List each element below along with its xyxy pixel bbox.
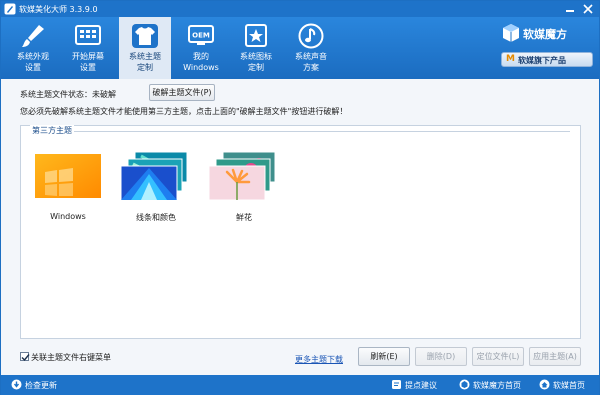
refresh-button[interactable]: 刷新(E) — [358, 347, 410, 366]
minimize-icon — [566, 10, 574, 12]
main-toolbar: 系统外观 设置 开始屏幕 设置 系统主题 定制 OEM 我的 Windows 系… — [1, 17, 599, 79]
theme-thumbnail — [121, 152, 188, 200]
tab-system-icons[interactable]: 系统图标 定制 — [230, 17, 282, 79]
crack-hint: 您必须先破解系统主题文件才能使用第三方主题，点击上面的"破解主题文件"按钮进行破… — [20, 107, 348, 116]
ruanmei-home-label: 软媒首页 — [553, 381, 585, 390]
brand-link-label: 软媒旗下产品 — [518, 56, 566, 65]
tshirt-icon — [132, 24, 158, 48]
apply-theme-button[interactable]: 应用主题(A) — [529, 347, 581, 366]
mofang-icon — [459, 379, 470, 390]
third-party-themes-group: 第三方主题 Windows 线条和颜色 鲜花 — [20, 125, 581, 339]
brand-name: 软媒魔方 — [523, 28, 567, 41]
minimize-button[interactable] — [563, 3, 577, 15]
svg-text:OEM: OEM — [192, 32, 210, 40]
feedback-label: 提点建议 — [405, 381, 437, 390]
brand: 软媒魔方 — [501, 23, 595, 43]
crack-theme-button[interactable]: 破解主题文件(P) — [149, 84, 215, 101]
tab-my-windows[interactable]: OEM 我的 Windows — [175, 17, 227, 79]
tab-label: 开始屏幕 设置 — [72, 52, 104, 72]
tab-label: 系统图标 定制 — [240, 52, 272, 72]
associate-context-menu-checkbox[interactable]: 关联主题文件右键菜单 — [20, 352, 111, 363]
tab-label: 我的 Windows — [183, 52, 219, 72]
theme-item-lines-colors[interactable]: 线条和颜色 — [121, 152, 191, 228]
close-icon — [583, 4, 593, 14]
tab-label: 系统外观 设置 — [17, 52, 49, 72]
checkbox-label: 关联主题文件右键菜单 — [31, 353, 111, 362]
delete-button[interactable]: 删除(D) — [415, 347, 467, 366]
music-note-icon — [298, 23, 324, 49]
checkmark-icon — [21, 354, 30, 362]
status-footer: 检查更新 提点建议 软媒魔方首页 软媒首页 — [1, 375, 599, 395]
feedback-link[interactable]: 提点建议 — [391, 379, 437, 391]
tab-system-sounds[interactable]: 系统声音 方案 — [285, 17, 337, 79]
theme-name: Windows — [50, 212, 86, 221]
window-title: 软媒美化大师 3.3.9.0 — [19, 5, 98, 14]
oem-icon: OEM — [188, 25, 214, 45]
ruanmei-products-button[interactable]: M 软媒旗下产品 — [501, 52, 593, 67]
theme-file-status: 系统主题文件状态：未破解 — [20, 90, 116, 99]
checkbox[interactable] — [20, 352, 30, 362]
ruanmei-home-link[interactable]: 软媒首页 — [539, 379, 585, 391]
tab-system-appearance[interactable]: 系统外观 设置 — [7, 17, 59, 79]
group-divider — [71, 131, 570, 132]
mofang-home-link[interactable]: 软媒魔方首页 — [459, 379, 521, 391]
home-icon — [539, 379, 550, 390]
theme-thumbnail — [209, 152, 276, 200]
update-icon — [11, 379, 22, 390]
feedback-icon — [392, 380, 401, 389]
theme-name: 线条和颜色 — [136, 213, 176, 222]
app-window: 软媒美化大师 3.3.9.0 系统外观 设置 开始屏幕 设置 系统主题 定制 O… — [0, 0, 600, 395]
start-screen-icon — [75, 25, 101, 45]
window-controls — [563, 3, 595, 15]
check-update-label: 检查更新 — [25, 381, 57, 390]
cube-logo-icon — [503, 24, 519, 42]
theme-name: 鲜花 — [236, 213, 252, 222]
mofang-home-label: 软媒魔方首页 — [473, 381, 521, 390]
group-title: 第三方主题 — [30, 125, 74, 136]
check-update-link[interactable]: 检查更新 — [11, 379, 57, 391]
more-themes-link[interactable]: 更多主题下载 — [295, 354, 343, 365]
m-logo-icon: M — [506, 54, 515, 64]
locate-file-button[interactable]: 定位文件(L) — [472, 347, 524, 366]
app-logo-icon — [4, 3, 16, 15]
title-bar: 软媒美化大师 3.3.9.0 — [1, 1, 599, 17]
tab-label: 系统声音 方案 — [295, 52, 327, 72]
star-icon — [245, 24, 267, 47]
theme-item-windows[interactable]: Windows — [33, 152, 103, 228]
brush-icon — [22, 25, 44, 47]
tab-start-screen[interactable]: 开始屏幕 设置 — [62, 17, 114, 79]
theme-thumbnail — [35, 154, 101, 198]
theme-item-flowers[interactable]: 鲜花 — [209, 152, 279, 228]
close-button[interactable] — [581, 3, 595, 15]
tab-label: 系统主题 定制 — [129, 52, 161, 72]
tab-system-theme[interactable]: 系统主题 定制 — [119, 17, 171, 79]
